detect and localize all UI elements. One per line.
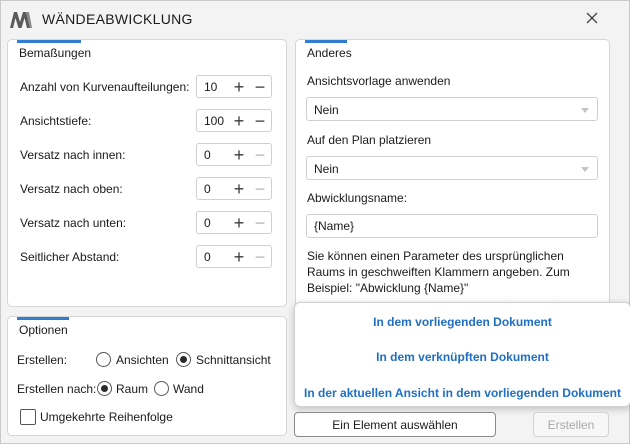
minus-icon[interactable]: − bbox=[250, 145, 270, 165]
plus-icon[interactable]: + bbox=[229, 145, 249, 165]
radio-schnittansicht[interactable] bbox=[176, 352, 191, 367]
plus-icon[interactable]: + bbox=[229, 247, 249, 267]
window-title: WÄNDEABWICKLUNG bbox=[42, 11, 193, 27]
bemassungen-title: Bemaßungen bbox=[19, 46, 92, 60]
name-label: Abwicklungsname: bbox=[307, 191, 408, 205]
view-template-label: Ansichtsvorlage anwenden bbox=[307, 74, 451, 88]
select-element-button[interactable]: Ein Element auswählen bbox=[294, 412, 496, 437]
spin-value[interactable]: 10 bbox=[204, 80, 217, 94]
dialog-window: WÄNDEABWICKLUNG Bemaßungen Anzahl von Ku… bbox=[0, 0, 630, 444]
plus-icon[interactable]: + bbox=[229, 111, 249, 131]
radio-raum[interactable] bbox=[97, 381, 112, 396]
close-button[interactable] bbox=[581, 7, 603, 29]
radio-wand-label[interactable]: Wand bbox=[173, 382, 204, 396]
spin-kurvenaufteilungen: 10 + − bbox=[196, 75, 272, 98]
plus-icon[interactable]: + bbox=[229, 213, 249, 233]
spin-ansichtstiefe: 100 + − bbox=[196, 109, 272, 132]
anderes-title: Anderes bbox=[307, 46, 352, 60]
radio-wand[interactable] bbox=[154, 381, 169, 396]
erstellen-label: Erstellen: bbox=[17, 353, 68, 367]
row-label-kurvenaufteilungen: Anzahl von Kurvenaufteilungen: bbox=[20, 80, 190, 94]
place-on-sheet-value: Nein bbox=[314, 162, 339, 176]
menu-item-linked-document[interactable]: In dem verknüpften Dokument bbox=[295, 350, 630, 364]
optionen-title: Optionen bbox=[19, 323, 68, 337]
name-input[interactable] bbox=[306, 214, 598, 238]
plus-icon[interactable]: + bbox=[229, 179, 249, 199]
row-label-versatz-innen: Versatz nach innen: bbox=[20, 148, 126, 162]
row-label-ansichtstiefe: Ansichtstiefe: bbox=[20, 114, 92, 128]
row-label-versatz-unten: Versatz nach unten: bbox=[20, 216, 127, 230]
minus-icon[interactable]: − bbox=[250, 77, 270, 97]
view-template-select[interactable]: Nein bbox=[306, 97, 598, 121]
menu-item-current-view[interactable]: In der aktuellen Ansicht in dem vorliege… bbox=[295, 386, 630, 400]
spin-value[interactable]: 0 bbox=[204, 250, 211, 264]
spin-value[interactable]: 0 bbox=[204, 182, 211, 196]
radio-ansichten-label[interactable]: Ansichten bbox=[116, 353, 169, 367]
chevron-down-icon bbox=[581, 108, 589, 113]
minus-icon[interactable]: − bbox=[250, 247, 270, 267]
title-bar: WÄNDEABWICKLUNG bbox=[1, 1, 629, 37]
place-on-sheet-label: Auf den Plan platzieren bbox=[307, 133, 432, 147]
reverse-order-label[interactable]: Umgekehrte Reihenfolge bbox=[40, 410, 173, 424]
logo-icon bbox=[9, 9, 33, 29]
selection-popup-menu: In dem vorliegenden Dokument In dem verk… bbox=[294, 302, 630, 407]
radio-ansichten[interactable] bbox=[96, 352, 111, 367]
row-label-versatz-oben: Versatz nach oben: bbox=[20, 182, 123, 196]
minus-icon[interactable]: − bbox=[250, 179, 270, 199]
row-label-seitlicher-abstand: Seitlicher Abstand: bbox=[20, 250, 120, 264]
reverse-order-checkbox[interactable] bbox=[20, 409, 36, 425]
spin-seitlicher-abstand: 0 + − bbox=[196, 245, 272, 268]
view-template-value: Nein bbox=[314, 103, 339, 117]
spin-value[interactable]: 0 bbox=[204, 148, 211, 162]
chevron-down-icon bbox=[581, 167, 589, 172]
place-on-sheet-select[interactable]: Nein bbox=[306, 156, 598, 180]
spin-versatz-oben: 0 + − bbox=[196, 177, 272, 200]
spin-versatz-innen: 0 + − bbox=[196, 143, 272, 166]
spin-value[interactable]: 100 bbox=[204, 114, 224, 128]
minus-icon[interactable]: − bbox=[250, 111, 270, 131]
create-button[interactable]: Erstellen bbox=[533, 412, 609, 437]
spin-versatz-unten: 0 + − bbox=[196, 211, 272, 234]
radio-raum-label[interactable]: Raum bbox=[116, 382, 148, 396]
spin-value[interactable]: 0 bbox=[204, 216, 211, 230]
erstellen-nach-label: Erstellen nach: bbox=[17, 382, 97, 396]
minus-icon[interactable]: − bbox=[250, 213, 270, 233]
close-icon bbox=[586, 12, 598, 24]
plus-icon[interactable]: + bbox=[229, 77, 249, 97]
menu-item-current-document[interactable]: In dem vorliegenden Dokument bbox=[295, 315, 630, 329]
name-hint: Sie können einen Parameter des ursprüngl… bbox=[307, 249, 570, 295]
radio-schnittansicht-label[interactable]: Schnittansicht bbox=[196, 353, 271, 367]
